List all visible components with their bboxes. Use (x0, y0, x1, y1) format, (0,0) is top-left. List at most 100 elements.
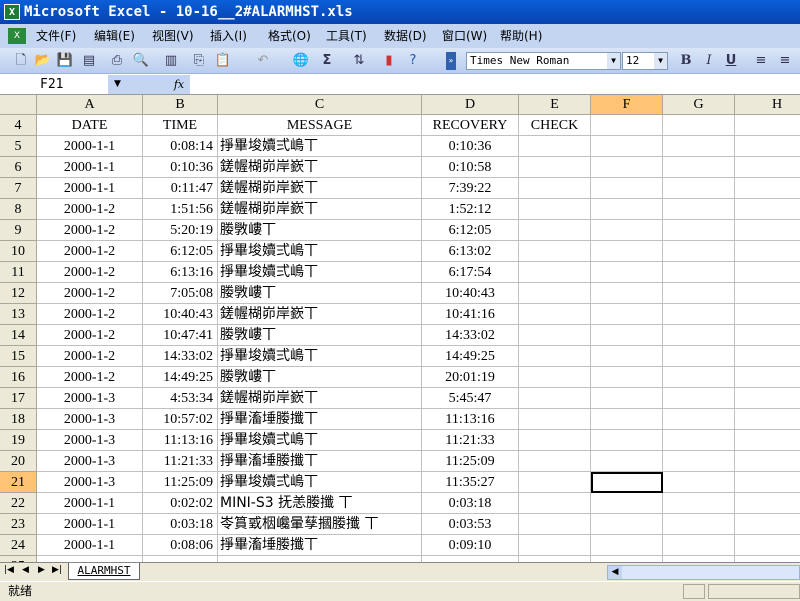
table-cell[interactable]: MINI-S3 抚恙媵攕 丅 (218, 493, 422, 514)
table-cell[interactable]: 掙畢滀埵媵攕丅 (218, 409, 422, 430)
header-cell[interactable] (591, 115, 663, 136)
print-preview-icon[interactable]: 🔍 (132, 52, 150, 70)
table-cell[interactable]: 6:17:54 (422, 262, 519, 283)
row-header[interactable]: 16 (0, 367, 37, 388)
table-cell[interactable] (519, 409, 591, 430)
permission-icon[interactable]: ▤ (80, 52, 98, 70)
table-cell[interactable] (735, 178, 800, 199)
copy-icon[interactable]: ⎘ (190, 52, 208, 70)
sheet-tab-alarmhst[interactable]: ALARMHST (68, 563, 140, 580)
table-cell[interactable]: 0:10:58 (422, 157, 519, 178)
row-header[interactable]: 21 (0, 472, 37, 493)
table-cell[interactable]: 0:09:10 (422, 535, 519, 556)
table-cell[interactable] (591, 430, 663, 451)
column-header-e[interactable]: E (519, 95, 591, 115)
column-header-f[interactable]: F (591, 95, 663, 115)
row-header[interactable]: 14 (0, 325, 37, 346)
open-icon[interactable]: 📂 (34, 52, 52, 70)
table-cell[interactable] (663, 493, 735, 514)
table-cell[interactable]: 0:03:53 (422, 514, 519, 535)
row-header[interactable]: 11 (0, 262, 37, 283)
column-header-b[interactable]: B (143, 95, 218, 115)
table-cell[interactable] (735, 325, 800, 346)
table-cell[interactable] (663, 241, 735, 262)
table-cell[interactable]: 14:33:02 (143, 346, 218, 367)
table-cell[interactable] (663, 157, 735, 178)
table-cell[interactable] (519, 241, 591, 262)
table-cell[interactable] (591, 136, 663, 157)
table-cell[interactable] (663, 430, 735, 451)
table-cell[interactable] (519, 262, 591, 283)
table-cell[interactable] (519, 178, 591, 199)
underline-button[interactable]: U (722, 52, 740, 70)
table-cell[interactable] (735, 262, 800, 283)
table-cell[interactable] (663, 220, 735, 241)
column-header-h[interactable]: H (735, 95, 800, 115)
table-cell[interactable] (519, 472, 591, 493)
undo-icon[interactable]: ↶ (254, 52, 272, 70)
table-cell[interactable] (735, 430, 800, 451)
table-cell[interactable]: 0:10:36 (143, 157, 218, 178)
table-cell[interactable] (591, 514, 663, 535)
table-cell[interactable]: 10:57:02 (143, 409, 218, 430)
name-box[interactable]: F21 (0, 75, 108, 94)
table-cell[interactable] (519, 157, 591, 178)
header-cell[interactable]: DATE (37, 115, 143, 136)
table-cell[interactable]: 14:33:02 (422, 325, 519, 346)
table-cell[interactable]: 2000-1-1 (37, 535, 143, 556)
table-cell[interactable] (591, 304, 663, 325)
table-cell[interactable]: 10:40:43 (422, 283, 519, 304)
row-header[interactable]: 4 (0, 115, 37, 136)
research-icon[interactable]: ▥ (162, 52, 180, 70)
table-cell[interactable] (735, 493, 800, 514)
table-cell[interactable] (519, 136, 591, 157)
next-sheet-icon[interactable]: ▶ (38, 565, 45, 575)
menu-view[interactable]: 视图(V) (152, 24, 194, 48)
hyperlink-icon[interactable]: 🌐 (292, 52, 310, 70)
table-cell[interactable]: 掙畢滀埵媵攕丅 (218, 535, 422, 556)
table-cell[interactable]: 6:13:16 (143, 262, 218, 283)
table-cell[interactable]: 掙畢埈嬻弍嶋丅 (218, 241, 422, 262)
table-cell[interactable] (591, 409, 663, 430)
menu-data[interactable]: 数据(D) (384, 24, 427, 48)
table-cell[interactable] (591, 535, 663, 556)
table-cell[interactable] (663, 367, 735, 388)
table-cell[interactable] (519, 325, 591, 346)
table-cell[interactable]: 2000-1-3 (37, 388, 143, 409)
table-cell[interactable]: 鎈幄楜峁岸嶔丅 (218, 304, 422, 325)
autosum-button[interactable]: Σ (318, 52, 336, 70)
table-cell[interactable] (519, 535, 591, 556)
table-cell[interactable]: 鎈幄楜峁岸嶔丅 (218, 199, 422, 220)
table-cell[interactable] (663, 535, 735, 556)
horizontal-scrollbar[interactable]: ◀ (607, 565, 800, 580)
table-cell[interactable]: 20:01:19 (422, 367, 519, 388)
table-cell[interactable] (663, 325, 735, 346)
table-cell[interactable] (735, 451, 800, 472)
table-cell[interactable] (663, 199, 735, 220)
table-cell[interactable]: 2000-1-3 (37, 451, 143, 472)
table-cell[interactable] (735, 199, 800, 220)
header-cell[interactable]: RECOVERY (422, 115, 519, 136)
table-cell[interactable]: 0:08:06 (143, 535, 218, 556)
row-header[interactable]: 10 (0, 241, 37, 262)
table-cell[interactable] (591, 199, 663, 220)
table-cell[interactable]: 2000-1-2 (37, 346, 143, 367)
row-header[interactable]: 23 (0, 514, 37, 535)
table-cell[interactable]: 0:08:14 (143, 136, 218, 157)
table-cell[interactable]: 掙畢埈嬻弍嶋丅 (218, 136, 422, 157)
table-cell[interactable]: 7:05:08 (143, 283, 218, 304)
menu-file[interactable]: 文件(F) (36, 24, 76, 48)
table-cell[interactable] (591, 472, 663, 493)
table-cell[interactable]: 2000-1-1 (37, 136, 143, 157)
save-icon[interactable]: 💾 (56, 52, 74, 70)
table-cell[interactable]: 2000-1-3 (37, 430, 143, 451)
row-header[interactable]: 6 (0, 157, 37, 178)
table-cell[interactable]: 11:35:27 (422, 472, 519, 493)
table-cell[interactable]: 10:40:43 (143, 304, 218, 325)
formula-input[interactable] (190, 75, 800, 94)
menu-insert[interactable]: 插入(I) (210, 24, 247, 48)
table-cell[interactable] (735, 388, 800, 409)
table-cell[interactable]: 5:45:47 (422, 388, 519, 409)
table-cell[interactable] (735, 346, 800, 367)
table-cell[interactable] (591, 241, 663, 262)
